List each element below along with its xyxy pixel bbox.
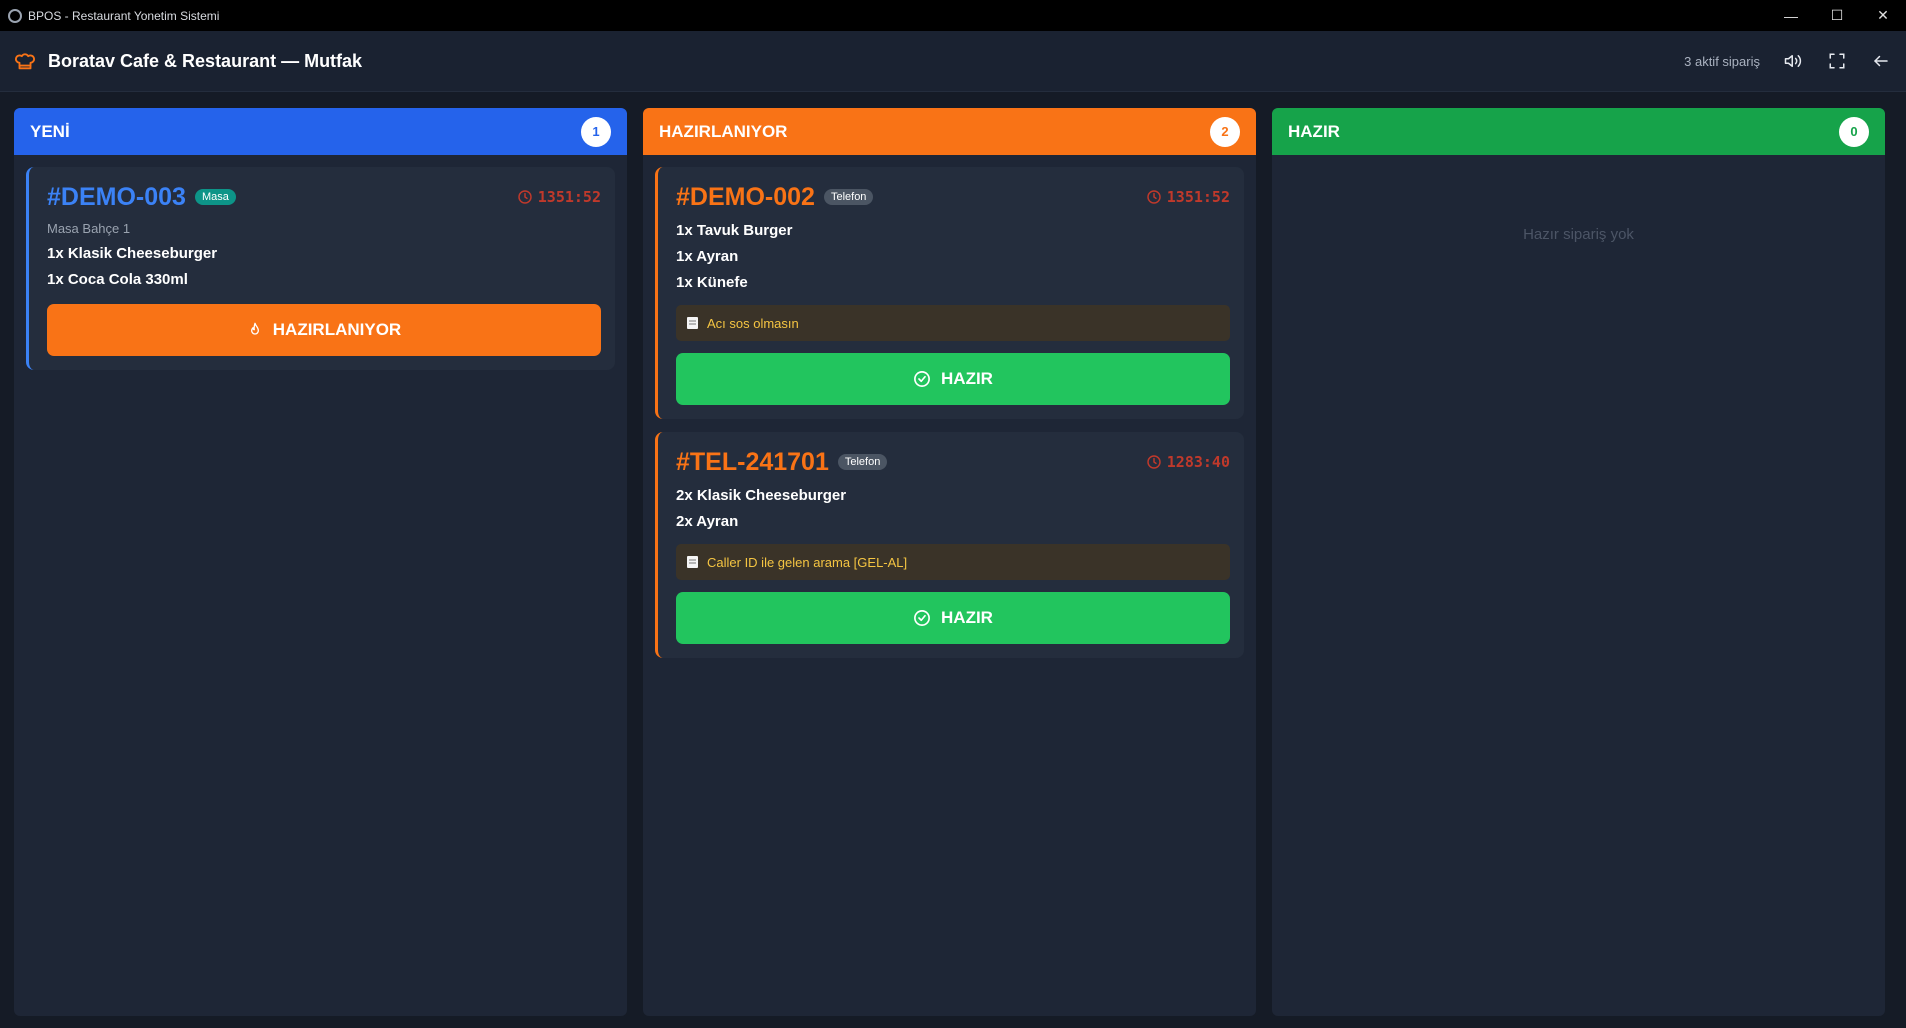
check-circle-icon: [914, 610, 930, 626]
note-text: Acı sos olmasın: [707, 315, 799, 331]
mark-ready-button[interactable]: HAZIR: [676, 592, 1230, 644]
order-timer: 1351:52: [1146, 188, 1230, 206]
order-item: 1x Klasik Cheeseburger: [47, 245, 218, 262]
timer-value: 1283:40: [1166, 453, 1230, 471]
page-title: Boratav Cafe & Restaurant — Mutfak: [48, 50, 363, 71]
button-label: HAZIR: [941, 608, 993, 627]
column-new-header: YENİ 1: [14, 108, 627, 155]
timer-value: 1351:52: [1166, 188, 1230, 206]
order-item: 1x Tavuk Burger: [676, 222, 793, 239]
app-header: Boratav Cafe & Restaurant — Mutfak 3 akt…: [0, 31, 1906, 92]
clock-icon: [1147, 455, 1161, 469]
column-preparing: HAZIRLANIYOR 2 #DEMO-002 Telefon 1351:52…: [643, 108, 1256, 1016]
note-text: Caller ID ile gelen arama [GEL-AL]: [707, 554, 908, 570]
app-icon: [8, 8, 22, 23]
button-label: HAZIRLANIYOR: [272, 320, 402, 339]
order-item: 2x Klasik Cheeseburger: [676, 487, 847, 504]
timer-value: 1351:52: [537, 188, 601, 206]
order-note: Acı sos olmasın: [676, 305, 1230, 341]
close-icon[interactable]: ✕: [1860, 0, 1906, 31]
order-type-badge: Telefon: [837, 454, 888, 470]
mark-ready-button[interactable]: HAZIR: [676, 353, 1230, 405]
column-count-badge: 0: [1839, 116, 1869, 147]
order-type-badge: Masa: [194, 189, 236, 205]
window-controls: — ☐ ✕: [1768, 0, 1906, 31]
flame-icon: [250, 322, 259, 335]
column-count-badge: 2: [1210, 116, 1240, 147]
order-timer: 1283:40: [1146, 453, 1230, 471]
order-number: #DEMO-003: [47, 182, 186, 211]
maximize-icon[interactable]: ☐: [1814, 0, 1860, 31]
column-ready: HAZIR 0 Hazır sipariş yok: [1272, 108, 1885, 1016]
column-ready-header: HAZIR 0: [1272, 108, 1885, 155]
kitchen-board: YENİ 1 #DEMO-003 Masa 1351:52 Masa Bahçe…: [14, 108, 1886, 1016]
check-circle-icon: [914, 371, 930, 387]
order-item: 2x Ayran: [676, 513, 739, 530]
order-note: Caller ID ile gelen arama [GEL-AL]: [676, 544, 1230, 580]
column-title: HAZIRLANIYOR: [659, 121, 788, 141]
order-card: #TEL-241701 Telefon 1283:40 2x Klasik Ch…: [655, 432, 1244, 658]
chef-hat-icon: [15, 53, 35, 70]
column-title: YENİ: [30, 121, 70, 141]
order-card: #DEMO-003 Masa 1351:52 Masa Bahçe 1 1x K…: [26, 167, 615, 370]
back-arrow-icon[interactable]: [1870, 50, 1892, 72]
start-preparing-button[interactable]: HAZIRLANIYOR: [47, 304, 601, 356]
active-order-count: 3 aktif sipariş: [1684, 53, 1760, 69]
note-icon: [687, 317, 698, 329]
order-item: 1x Coca Cola 330ml: [47, 271, 188, 288]
column-count-badge: 1: [581, 116, 611, 147]
table-name: Masa Bahçe 1: [47, 221, 131, 236]
empty-state-text: Hazır sipariş yok: [1523, 226, 1634, 243]
order-number: #DEMO-002: [676, 182, 815, 211]
note-icon: [687, 556, 698, 568]
window-titlebar: BPOS - Restaurant Yonetim Sistemi — ☐ ✕: [0, 0, 1906, 31]
order-type-badge: Telefon: [823, 189, 874, 205]
order-card: #DEMO-002 Telefon 1351:52 1x Tavuk Burge…: [655, 167, 1244, 419]
order-item: 1x Künefe: [676, 274, 748, 291]
volume-icon[interactable]: [1782, 50, 1804, 72]
minimize-icon[interactable]: —: [1768, 0, 1814, 31]
order-number: #TEL-241701: [676, 447, 829, 476]
order-timer: 1351:52: [517, 188, 601, 206]
order-item: 1x Ayran: [676, 248, 739, 265]
column-new: YENİ 1 #DEMO-003 Masa 1351:52 Masa Bahçe…: [14, 108, 627, 1016]
button-label: HAZIR: [941, 369, 993, 388]
column-title: HAZIR: [1288, 121, 1340, 141]
clock-icon: [1147, 190, 1161, 204]
fullscreen-icon[interactable]: [1826, 50, 1848, 72]
window-title: BPOS - Restaurant Yonetim Sistemi: [28, 8, 220, 23]
column-preparing-header: HAZIRLANIYOR 2: [643, 108, 1256, 155]
clock-icon: [518, 190, 532, 204]
